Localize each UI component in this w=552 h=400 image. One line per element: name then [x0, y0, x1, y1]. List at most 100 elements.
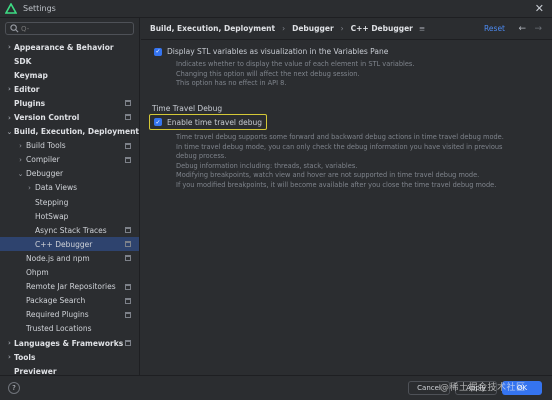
sidebar-item-label: Build Tools: [26, 141, 66, 151]
project-settings-icon: [125, 142, 131, 149]
chevron-right-icon[interactable]: ›: [16, 156, 25, 164]
chevron-right-icon[interactable]: ›: [5, 339, 14, 347]
breadcrumb: Build, Execution, Deployment › Debugger …: [141, 18, 552, 40]
chevron-right-icon[interactable]: ›: [5, 114, 14, 122]
stl-help-line: This option has no effect in API 8.: [176, 79, 287, 87]
close-icon[interactable]: ✕: [535, 2, 544, 15]
sidebar-item[interactable]: › Languages & Frameworks: [0, 336, 139, 350]
sidebar-item[interactable]: › Appearance & Behavior: [0, 40, 139, 54]
time-travel-help-line: Time travel debug supports some forward …: [176, 133, 504, 141]
sidebar-item[interactable]: ⌄ Debugger: [0, 167, 139, 181]
time-travel-checkbox[interactable]: ✓: [154, 118, 162, 126]
sidebar-item[interactable]: Plugins: [0, 96, 139, 110]
project-settings-icon: [125, 156, 131, 163]
sidebar-item[interactable]: Required Plugins: [0, 308, 139, 322]
stl-label: Display STL variables as visualization i…: [167, 47, 389, 56]
app-logo-icon: [5, 2, 17, 14]
breadcrumb-separator: ›: [340, 24, 344, 33]
title-bar: Settings ✕: [0, 0, 552, 18]
sidebar-item[interactable]: › Version Control: [0, 110, 139, 124]
sidebar-item-label: Languages & Frameworks: [14, 338, 124, 348]
time-travel-help: Time travel debug supports some forward …: [176, 133, 504, 190]
breadcrumb-item[interactable]: Debugger: [292, 24, 334, 33]
sidebar-item[interactable]: Remote Jar Repositories: [0, 280, 139, 294]
time-travel-help-line: debug process.: [176, 152, 227, 160]
help-button[interactable]: ?: [8, 382, 20, 394]
search-input[interactable]: [21, 24, 131, 33]
chevron-down-icon[interactable]: ⌄: [5, 128, 14, 136]
time-travel-option-row[interactable]: ✓ Enable time travel debug: [149, 114, 267, 130]
sidebar-item[interactable]: HotSwap: [0, 209, 139, 223]
sidebar-item[interactable]: › Build Tools: [0, 139, 139, 153]
back-arrow-icon[interactable]: ←: [518, 24, 526, 34]
sidebar-item-label: Trusted Locations: [26, 324, 92, 334]
sidebar-item-label: HotSwap: [35, 211, 69, 221]
project-settings-icon: [125, 311, 131, 318]
watermark: @稀土掘金技术社区: [440, 383, 526, 393]
breadcrumb-item[interactable]: Build, Execution, Deployment: [150, 24, 275, 33]
time-travel-help-line: In time travel debug mode, you can only …: [176, 142, 503, 151]
sidebar-item[interactable]: Stepping: [0, 195, 139, 209]
sidebar-item-label: Version Control: [14, 113, 80, 123]
sidebar-item[interactable]: Trusted Locations: [0, 322, 139, 336]
sidebar-item[interactable]: SDK: [0, 54, 139, 68]
sidebar-item-label: Keymap: [14, 70, 48, 80]
search-icon: [10, 24, 19, 33]
project-settings-icon: [125, 339, 131, 346]
page-menu-icon[interactable]: ≡: [419, 24, 425, 33]
sidebar-item-label: Stepping: [35, 197, 69, 207]
sidebar-item[interactable]: C++ Debugger: [0, 237, 139, 252]
sidebar-item[interactable]: ⌄ Build, Execution, Deployment: [0, 125, 139, 139]
sidebar-item[interactable]: Package Search: [0, 294, 139, 308]
sidebar-item-label: Async Stack Traces: [35, 225, 107, 235]
project-settings-icon: [125, 283, 131, 290]
sidebar-item-label: Debugger: [26, 169, 64, 179]
window-title: Settings: [23, 4, 56, 13]
project-settings-icon: [125, 114, 131, 121]
sidebar-item-label: Package Search: [26, 296, 86, 306]
sidebar-item[interactable]: › Tools: [0, 350, 139, 364]
search-box[interactable]: [5, 22, 134, 35]
settings-sidebar: ›Appearance & BehaviorSDKKeymap›EditorPl…: [0, 18, 140, 376]
sidebar-item-label: Required Plugins: [26, 310, 89, 320]
chevron-right-icon[interactable]: ›: [5, 353, 14, 361]
sidebar-item-label: Tools: [14, 352, 36, 362]
sidebar-item[interactable]: › Data Views: [0, 181, 139, 195]
sidebar-item[interactable]: Keymap: [0, 68, 139, 82]
stl-option-row[interactable]: ✓ Display STL variables as visualization…: [154, 47, 388, 56]
chevron-right-icon[interactable]: ›: [5, 85, 14, 93]
settings-content: Build, Execution, Deployment › Debugger …: [141, 18, 552, 375]
chevron-down-icon[interactable]: ⌄: [16, 170, 25, 178]
project-settings-icon: [125, 100, 131, 107]
chevron-right-icon[interactable]: ›: [5, 43, 14, 51]
sidebar-item-label: Ohpm: [26, 268, 49, 278]
project-settings-icon: [125, 227, 131, 234]
chevron-right-icon[interactable]: ›: [25, 184, 34, 192]
sidebar-item[interactable]: › Compiler: [0, 153, 139, 167]
sidebar-item-label: Compiler: [26, 155, 60, 165]
stl-checkbox[interactable]: ✓: [154, 47, 162, 56]
time-travel-help-line: Modifying breakpoints, watch view and ho…: [176, 171, 480, 179]
time-travel-help-line: If you modified breakpoints, it will bec…: [176, 180, 497, 189]
sidebar-item-label: Remote Jar Repositories: [26, 282, 116, 292]
sidebar-item[interactable]: Node.js and npm: [0, 251, 139, 265]
forward-arrow-icon[interactable]: →: [534, 24, 542, 34]
stl-help-line: Changing this option will affect the nex…: [176, 69, 360, 78]
breadcrumb-item: C++ Debugger: [350, 24, 413, 33]
sidebar-item-label: C++ Debugger: [35, 239, 93, 249]
stl-help-line: Indicates whether to display the value o…: [176, 60, 415, 68]
stl-help: Indicates whether to display the value o…: [176, 60, 414, 89]
sidebar-item[interactable]: Ohpm: [0, 266, 139, 280]
chevron-right-icon[interactable]: ›: [16, 142, 25, 150]
sidebar-item-label: Appearance & Behavior: [14, 42, 114, 52]
breadcrumb-separator: ›: [282, 24, 286, 33]
sidebar-item[interactable]: › Editor: [0, 82, 139, 96]
reset-link[interactable]: Reset: [484, 24, 505, 33]
project-settings-icon: [125, 297, 131, 304]
sidebar-item-label: Node.js and npm: [26, 253, 90, 263]
sidebar-item-label: Build, Execution, Deployment: [13, 127, 139, 137]
sidebar-item[interactable]: Async Stack Traces: [0, 223, 139, 237]
sidebar-item-label: Data Views: [35, 183, 77, 193]
time-travel-label: Enable time travel debug: [167, 117, 263, 127]
sidebar-item-label: Plugins: [14, 98, 46, 108]
